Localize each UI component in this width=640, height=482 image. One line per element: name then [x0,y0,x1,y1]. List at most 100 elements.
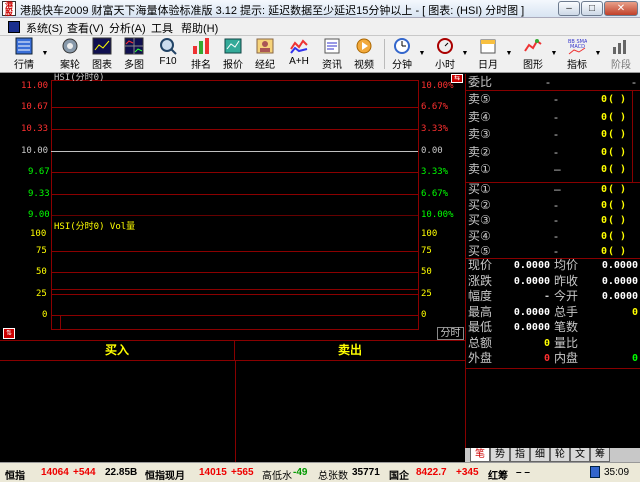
order-volume: 0 [601,246,608,257]
order-book-row[interactable]: 卖① – 0( ) [468,162,640,178]
menu-help[interactable]: 帮助(H) [181,20,218,36]
order-price: - [554,92,558,106]
order-price: - [554,228,558,243]
toolbar-multichart-button[interactable]: 多图 [118,37,150,71]
stat-row: 外盘 0 内盘 0 [468,351,640,367]
stat-row: 涨跌 0.0000 昨收 0.0000 [468,274,640,290]
sell-header[interactable]: 卖出 [235,341,465,361]
percent-axis-label: 3.33% [421,167,449,177]
order-broker-count: ( ) [608,199,627,211]
tab-text[interactable]: 文 [570,448,590,462]
toolbar-indicator-button[interactable]: BB SMA MACD 指标 [561,37,593,71]
volume-axis-label: 25 [421,289,432,299]
search-icon [160,38,177,55]
order-price: - [554,127,558,141]
order-broker-count: ( ) [608,215,627,226]
toolbar-f10-button[interactable]: F10 [152,37,184,71]
order-book-row[interactable]: 买① – 0( ) [468,182,640,198]
stat-row: 最高 0.0000 总手 0 [468,305,640,321]
toolbar-quotes-button[interactable]: 行情 [8,37,40,71]
order-level-label: 卖② [468,144,491,159]
stat-value: 0.0000 [601,260,638,271]
toolbar-warrants-button[interactable]: 案轮 [54,37,86,71]
stat-value: 0 [631,353,638,364]
tab-trend[interactable]: 势 [490,448,510,462]
stat-label: 幅度 [468,289,493,303]
status-bar: 恒指 14064 +544 22.85B 恒指现月 14015 +565 高低水… [0,462,640,482]
toolbar-label: 资讯 [322,60,342,71]
order-book-row[interactable]: 卖② - 0( ) [468,145,640,161]
stat-value: 0.0000 [601,291,638,302]
video-icon [356,38,372,54]
hsi-change: +544 [73,467,96,478]
order-book-row[interactable]: 买② - 0( ) [468,198,640,214]
order-book-row[interactable]: 买③ - 0( ) [468,213,640,229]
graph-icon [524,39,542,52]
toolbar-broker-button[interactable]: 经纪 [249,37,281,71]
order-book-row[interactable]: 卖⑤ - 0( ) [468,92,640,108]
order-price: – [554,182,561,196]
dropdown-arrow-icon[interactable]: ▼ [418,50,426,57]
weibi-diff: - [632,75,636,89]
order-volume: 0 [601,129,608,140]
dropdown-arrow-icon[interactable]: ▼ [505,50,513,57]
tab-chips[interactable]: 筹 [590,448,610,462]
menu-system[interactable]: 系统(S) [26,20,63,36]
dropdown-arrow-icon[interactable]: ▼ [594,50,602,57]
maximize-button[interactable]: □ [581,1,603,16]
menu-view[interactable]: 查看(V) [67,20,104,36]
toolbar-hour-button[interactable]: 小时 [429,37,461,71]
order-level-label: 买② [468,197,491,212]
stat-label: 今开 [554,289,579,303]
dropdown-arrow-icon[interactable]: ▼ [461,50,469,57]
stat-row: 幅度 - 今开 0.0000 [468,289,640,305]
tab-trades[interactable]: 笔 [470,448,490,462]
toolbar-ranking-button[interactable]: 排名 [185,37,217,71]
tab-index[interactable]: 指 [510,448,530,462]
period-button[interactable]: 分时 [437,327,464,340]
percent-axis-label: 3.33% [421,124,449,134]
toolbar-minute-button[interactable]: 分钟 [386,37,418,71]
order-level-label: 买⑤ [468,244,491,258]
toolbar-ah-button[interactable]: A+H [283,37,315,71]
buy-header[interactable]: 买入 [0,341,235,361]
order-book-row[interactable]: 卖④ - 0( ) [468,110,640,126]
tab-warrant[interactable]: 轮 [550,448,570,462]
toolbar-chart-button[interactable]: 图表 [86,37,118,71]
order-book-row[interactable]: 买④ - 0( ) [468,229,640,245]
toolbar-graph-button[interactable]: 图形 [517,37,549,71]
right-panel-tabs: 笔 势 指 细 轮 文 筹 [465,448,640,462]
network-icon[interactable] [590,466,600,478]
dropdown-arrow-icon[interactable]: ▼ [550,50,558,57]
weibi-label: 委比 [468,75,493,89]
tab-detail[interactable]: 细 [530,448,550,462]
order-price: - [554,244,558,258]
close-button[interactable]: ✕ [604,1,638,16]
intraday-chart[interactable]: HSI(分时0) HSI(分时0) Vol量 ⇆ 11.00 10.67 10.… [0,73,465,340]
buy-sell-panel: 买入 卖出 [0,340,465,463]
toolbar-label: F10 [159,56,177,67]
order-book-row[interactable]: 卖③ - 0( ) [468,127,640,143]
futures-change: +565 [231,467,254,478]
stat-label: 内盘 [554,351,579,365]
toolbar-stage-button[interactable]: 阶段 [605,37,637,71]
toolbar-label: 分钟 [392,60,412,71]
stat-row: 最低 0.0000 笔数 [468,320,640,336]
volume-axis-label: 100 [30,229,47,239]
indicator-icon: BB SMAMACD [568,39,587,55]
title-bar: 港股 港股快车2009 财富天下海量体验标准版 3.12 提示: 延迟数据至少延… [0,0,640,18]
minimize-button[interactable]: – [558,1,580,16]
toolbar-label: 图形 [523,60,543,71]
toolbar-separator [384,39,385,69]
menu-tools[interactable]: 工具 [151,20,173,36]
toolbar-daymonth-button[interactable]: 日月 [472,37,504,71]
dropdown-arrow-icon[interactable]: ▼ [41,50,49,57]
order-price: - [554,213,558,227]
stat-value: 0.0000 [601,275,638,287]
toolbar-news-button[interactable]: 资讯 [316,37,348,71]
toolbar-quote-button[interactable]: 报价 [217,37,249,71]
app-icon: 港股 [2,1,16,17]
menu-analysis[interactable]: 分析(A) [109,20,146,36]
toolbar-video-button[interactable]: 视频 [348,37,380,71]
expand-icon[interactable]: ⇅ [3,328,15,339]
